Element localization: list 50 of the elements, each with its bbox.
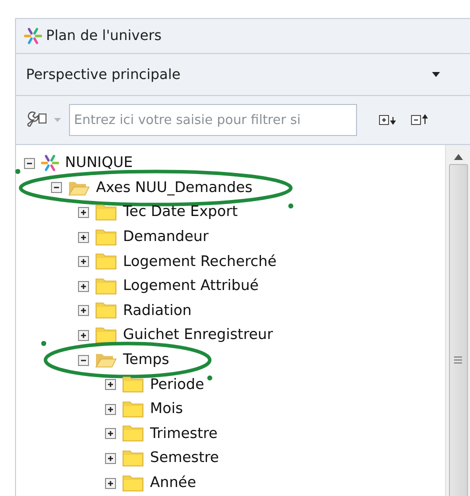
expand-toggle[interactable] bbox=[105, 452, 116, 464]
expand-toggle[interactable] bbox=[105, 379, 116, 390]
expand-all-icon[interactable] bbox=[377, 112, 399, 128]
tree-item-label[interactable]: Radiation bbox=[123, 302, 192, 319]
expand-toggle[interactable] bbox=[78, 280, 89, 292]
folder-icon bbox=[122, 450, 144, 467]
panel-title: Plan de l'univers bbox=[46, 28, 162, 44]
dropdown-caret-icon[interactable] bbox=[432, 72, 440, 77]
universe-icon bbox=[24, 27, 42, 45]
folder-icon bbox=[95, 204, 117, 221]
tree-item-label[interactable]: Logement Attribué bbox=[123, 278, 259, 294]
tree-item-label[interactable]: NUNIQUE bbox=[65, 155, 133, 172]
universe-icon bbox=[41, 154, 59, 172]
filter-field[interactable]: Entrez ici votre saisie pour filtrer si bbox=[69, 104, 357, 136]
folder-icon bbox=[95, 326, 117, 344]
tree-item-label[interactable]: Logement Recherché bbox=[123, 254, 277, 270]
folder-icon bbox=[122, 474, 144, 492]
expand-toggle[interactable] bbox=[78, 256, 89, 268]
tree-item-label[interactable]: Tec Date Export bbox=[123, 204, 238, 220]
open-folder-icon bbox=[68, 180, 90, 196]
collapse-toggle[interactable] bbox=[78, 354, 89, 366]
folder-icon bbox=[95, 302, 117, 320]
folder-icon bbox=[122, 425, 144, 442]
expand-toggle[interactable] bbox=[78, 305, 89, 316]
perspective-dropdown[interactable]: Perspective principale bbox=[16, 54, 470, 96]
tree-item-label[interactable]: Temps bbox=[123, 352, 170, 368]
tree-item-label[interactable]: Demandeur bbox=[123, 229, 209, 246]
folder-icon bbox=[95, 278, 117, 295]
collapse-toggle[interactable] bbox=[51, 182, 62, 194]
expand-toggle[interactable] bbox=[78, 206, 89, 218]
folder-icon bbox=[95, 253, 117, 270]
expand-toggle[interactable] bbox=[105, 404, 116, 415]
scroll-up-icon[interactable] bbox=[454, 154, 462, 160]
tree-item-label[interactable]: Periode bbox=[150, 376, 204, 393]
tree-item-label[interactable]: Mois bbox=[150, 401, 183, 418]
tree-item-label[interactable]: Guichet Enregistreur bbox=[123, 327, 273, 344]
folder-icon bbox=[122, 376, 144, 394]
expand-toggle[interactable] bbox=[105, 478, 116, 489]
expand-toggle[interactable] bbox=[78, 232, 89, 243]
scrollbar-thumb[interactable] bbox=[448, 164, 468, 496]
expand-toggle[interactable] bbox=[105, 428, 116, 440]
folder-icon bbox=[95, 228, 117, 246]
tree-item-label[interactable]: Semestre bbox=[150, 450, 219, 466]
open-folder-icon bbox=[95, 352, 117, 368]
collapse-all-icon[interactable] bbox=[409, 112, 431, 128]
folder-icon bbox=[122, 400, 144, 418]
tree-item-label[interactable]: Année bbox=[150, 475, 196, 492]
expand-toggle[interactable] bbox=[78, 330, 89, 341]
collapse-toggle[interactable] bbox=[24, 158, 35, 169]
tree-item-label[interactable]: Trimestre bbox=[150, 426, 218, 442]
